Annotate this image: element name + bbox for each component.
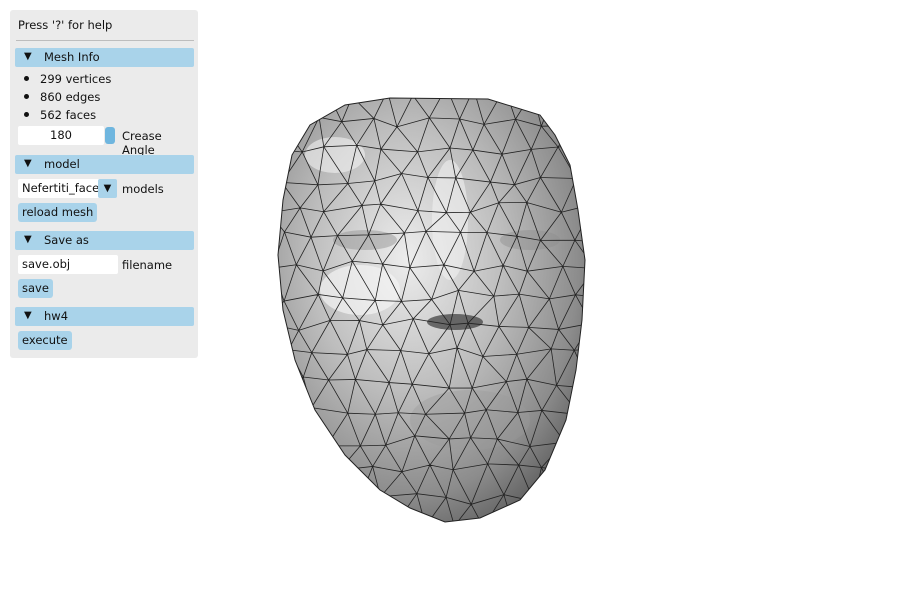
bullet-icon (24, 76, 29, 81)
save-button[interactable]: save (18, 279, 53, 298)
reload-mesh-button[interactable]: reload mesh (18, 203, 98, 222)
crease-angle-field[interactable]: 180 (18, 126, 104, 145)
hw4-header-label: hw4 (44, 309, 69, 323)
control-panel: Press '?' for help ▼ Mesh Info 299 verti… (10, 10, 198, 358)
collapse-triangle-icon: ▼ (24, 234, 32, 245)
filename-input[interactable]: save.obj (18, 255, 118, 274)
mesh-info-header-label: Mesh Info (44, 50, 100, 64)
mesh-info-header[interactable]: ▼ Mesh Info (15, 48, 194, 67)
model-header[interactable]: ▼ model (15, 155, 194, 174)
crease-angle-slider-handle[interactable] (105, 127, 115, 144)
chevron-down-icon[interactable]: ▼ (98, 179, 117, 198)
bullet-icon (24, 94, 29, 99)
collapse-triangle-icon: ▼ (24, 158, 32, 169)
face-mesh[interactable] (265, 87, 610, 534)
save-as-header-label: Save as (44, 233, 89, 247)
filename-label: filename (122, 258, 173, 272)
crease-angle-label: Crease Angle (122, 129, 162, 157)
vertices-count: 299 vertices (40, 72, 112, 86)
edges-count: 860 edges (40, 90, 101, 104)
model-select[interactable]: Nefertiti_face (18, 179, 102, 198)
models-label: models (122, 182, 164, 196)
save-as-header[interactable]: ▼ Save as (15, 231, 194, 250)
panel-divider (16, 40, 194, 41)
execute-button[interactable]: execute (18, 331, 72, 350)
model-header-label: model (44, 157, 80, 171)
hw4-header[interactable]: ▼ hw4 (15, 307, 194, 326)
bullet-icon (24, 112, 29, 117)
help-text: Press '?' for help (18, 18, 113, 32)
collapse-triangle-icon: ▼ (24, 310, 32, 321)
collapse-triangle-icon: ▼ (24, 51, 32, 62)
faces-count: 562 faces (40, 108, 97, 122)
